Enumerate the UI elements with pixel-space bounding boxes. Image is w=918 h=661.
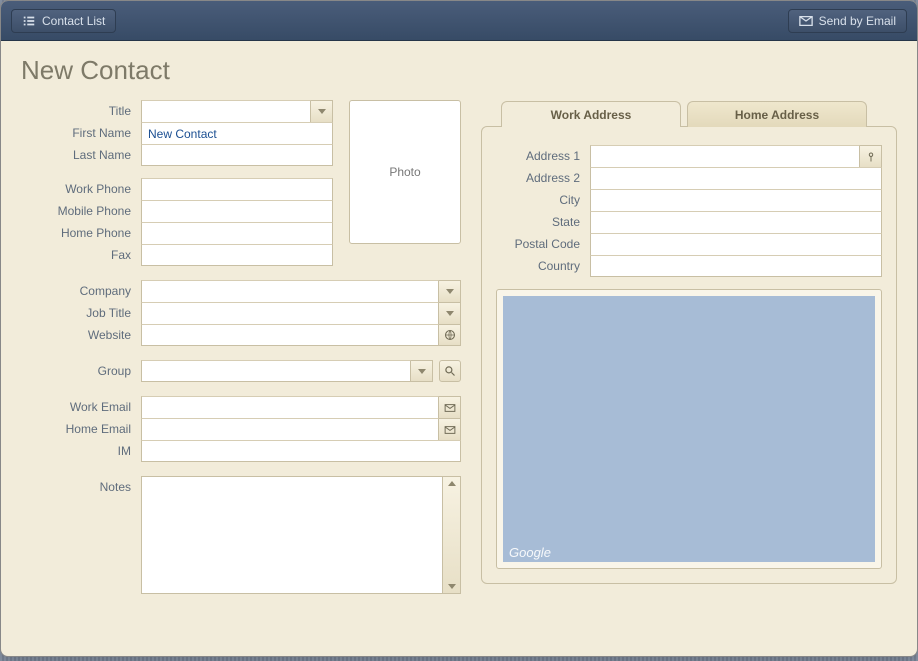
group-input[interactable] (141, 360, 411, 382)
im-input[interactable] (141, 440, 461, 462)
label-mobile-phone: Mobile Phone (21, 200, 133, 222)
mail-icon (444, 424, 456, 436)
contact-list-button[interactable]: Contact List (11, 9, 116, 33)
app-window: Contact List Send by Email New Contact T… (0, 0, 918, 657)
label-first-name: First Name (21, 122, 133, 144)
notes-box (141, 476, 461, 594)
city-input[interactable] (590, 189, 882, 211)
job-title-dropdown-button[interactable] (439, 302, 461, 324)
website-input[interactable] (141, 324, 439, 346)
job-title-input[interactable] (141, 302, 439, 324)
address-panel: Address 1 Address 2 City State (481, 126, 897, 584)
scroll-down-icon (448, 584, 456, 589)
label-title: Title (21, 100, 133, 122)
map[interactable]: Google (503, 296, 875, 562)
send-email-label: Send by Email (819, 14, 896, 28)
postal-input[interactable] (590, 233, 882, 255)
send-email-button[interactable]: Send by Email (788, 9, 907, 33)
label-home-phone: Home Phone (21, 222, 133, 244)
address-tabs: Work Address Home Address (501, 100, 897, 126)
work-email-input[interactable] (141, 396, 439, 418)
work-phone-input[interactable] (141, 178, 333, 200)
label-job-title: Job Title (21, 302, 133, 324)
address2-input[interactable] (590, 167, 882, 189)
tab-home-label: Home Address (735, 108, 819, 122)
pin-icon (865, 151, 877, 163)
label-company: Company (21, 280, 133, 302)
contact-list-label: Contact List (42, 14, 105, 28)
body: New Contact Title Photo First Name Last … (1, 41, 917, 656)
fax-input[interactable] (141, 244, 333, 266)
tab-home-address[interactable]: Home Address (687, 101, 867, 127)
label-notes: Notes (21, 476, 133, 498)
mobile-phone-input[interactable] (141, 200, 333, 222)
globe-icon (444, 329, 456, 341)
label-postal: Postal Code (496, 233, 582, 255)
photo-box[interactable]: Photo (349, 100, 461, 244)
notes-textarea[interactable] (142, 477, 442, 593)
chevron-down-icon (446, 311, 454, 316)
photo-label: Photo (389, 165, 420, 179)
chevron-down-icon (418, 369, 426, 374)
tab-work-address[interactable]: Work Address (501, 101, 681, 127)
label-fax: Fax (21, 244, 133, 266)
last-name-input[interactable] (141, 144, 333, 166)
left-column: Title Photo First Name Last Name Work Ph… (21, 100, 461, 594)
label-home-email: Home Email (21, 418, 133, 440)
label-last-name: Last Name (21, 144, 133, 166)
address1-input[interactable] (590, 145, 860, 167)
toolbar: Contact List Send by Email (1, 1, 917, 41)
chevron-down-icon (318, 109, 326, 114)
label-im: IM (21, 440, 133, 462)
scroll-up-icon (448, 481, 456, 486)
title-dropdown-button[interactable] (311, 100, 333, 122)
tab-work-label: Work Address (551, 108, 632, 122)
state-input[interactable] (590, 211, 882, 233)
work-email-send-button[interactable] (439, 396, 461, 418)
map-container: Google (496, 289, 882, 569)
mail-icon (444, 402, 456, 414)
group-dropdown-button[interactable] (411, 360, 433, 382)
label-work-phone: Work Phone (21, 178, 133, 200)
label-work-email: Work Email (21, 396, 133, 418)
company-input[interactable] (141, 280, 439, 302)
label-state: State (496, 211, 582, 233)
label-country: Country (496, 255, 582, 277)
label-website: Website (21, 324, 133, 346)
right-column: Work Address Home Address Address 1 Addr… (481, 100, 897, 594)
address-locate-button[interactable] (860, 145, 882, 167)
label-city: City (496, 189, 582, 211)
chevron-down-icon (446, 289, 454, 294)
home-email-input[interactable] (141, 418, 439, 440)
label-address2: Address 2 (496, 167, 582, 189)
list-icon (22, 14, 36, 28)
group-search-button[interactable] (439, 360, 461, 382)
search-icon (444, 365, 456, 377)
title-input[interactable] (141, 100, 311, 122)
label-group: Group (21, 360, 133, 382)
company-dropdown-button[interactable] (439, 280, 461, 302)
home-email-send-button[interactable] (439, 418, 461, 440)
notes-scrollbar[interactable] (442, 477, 460, 593)
page-title: New Contact (21, 55, 897, 86)
label-address1: Address 1 (496, 145, 582, 167)
country-input[interactable] (590, 255, 882, 277)
map-credit: Google (509, 545, 551, 560)
website-open-button[interactable] (439, 324, 461, 346)
mail-icon (799, 14, 813, 28)
first-name-input[interactable] (141, 122, 333, 144)
home-phone-input[interactable] (141, 222, 333, 244)
